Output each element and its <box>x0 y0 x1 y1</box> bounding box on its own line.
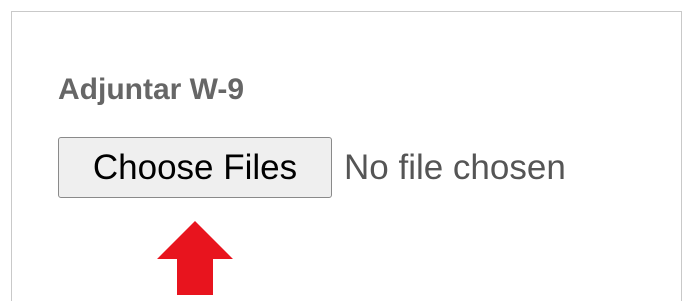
w9-file-input[interactable]: Choose Files No file chosen <box>58 137 566 198</box>
file-status-text: No file chosen <box>344 148 566 187</box>
up-arrow-shape <box>157 221 233 295</box>
up-arrow-icon <box>157 221 233 295</box>
choose-files-button[interactable]: Choose Files <box>58 137 332 198</box>
w9-field-label: Adjuntar W-9 <box>58 73 245 106</box>
